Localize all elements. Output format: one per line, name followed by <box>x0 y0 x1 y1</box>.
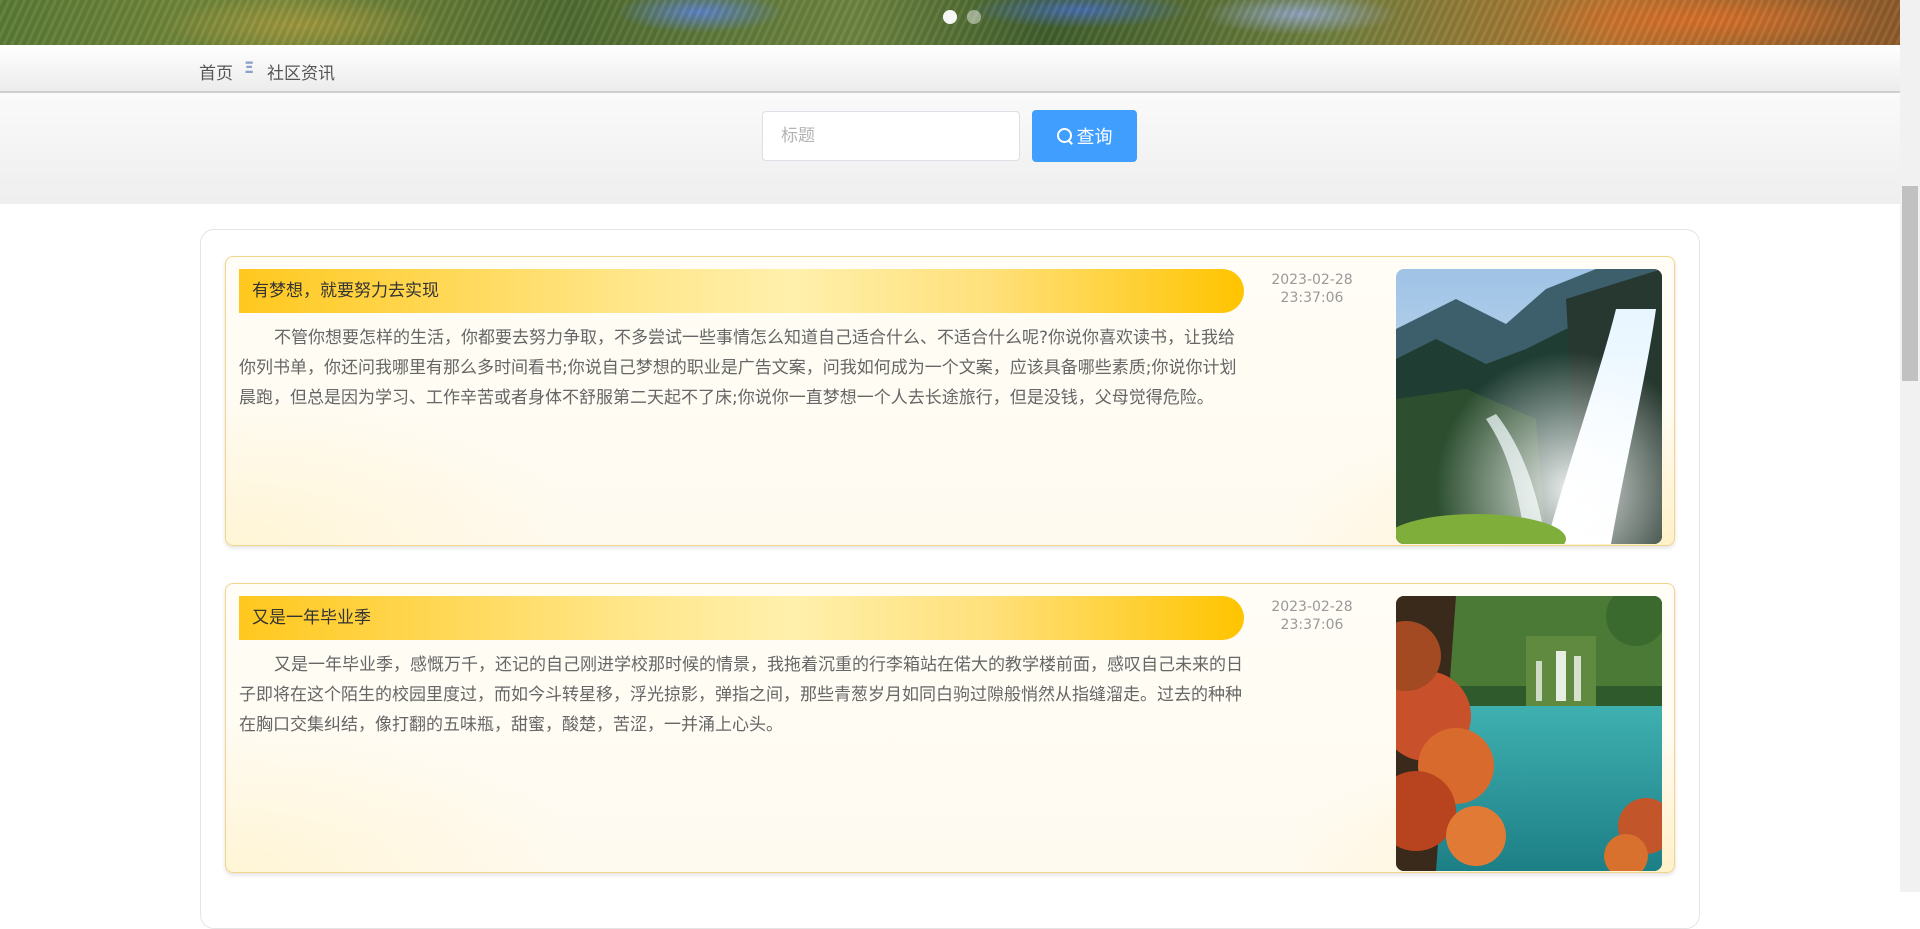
search-bar: 查询 <box>0 93 1900 204</box>
breadcrumb-current: 社区资讯 <box>267 64 335 84</box>
news-card[interactable]: 又是一年毕业季 2023-02-28 23:37:06 又是一年毕业季，感慨万千… <box>225 583 1675 873</box>
search-button-label: 查询 <box>1076 127 1113 148</box>
lake-illustration <box>1396 596 1662 871</box>
news-card-time: 23:37:06 <box>1280 617 1344 633</box>
breadcrumb: 首页 Ξ 社区资讯 <box>0 45 1900 93</box>
waterfall-image[interactable] <box>1396 269 1662 544</box>
news-card-title[interactable]: 又是一年毕业季 <box>239 596 1244 640</box>
scrollbar-thumb[interactable] <box>1902 186 1918 381</box>
lake-image[interactable] <box>1396 596 1662 871</box>
news-card-summary: 又是一年毕业季，感慨万千，还记的自己刚进学校那时候的情景，我拖着沉重的行李箱站在… <box>239 655 1243 735</box>
page-scrollbar[interactable] <box>1900 0 1920 892</box>
news-card-date: 2023-02-28 <box>1271 599 1353 615</box>
breadcrumb-home-link[interactable]: 首页 <box>199 59 233 84</box>
news-card-summary: 不管你想要怎样的生活，你都要去努力争取，不多尝试一些事情怎么知道自己适合什么、不… <box>239 328 1237 408</box>
news-card-time: 23:37:06 <box>1280 290 1344 306</box>
breadcrumb-separator-icon: Ξ <box>244 58 255 77</box>
waterfall-illustration <box>1396 269 1662 544</box>
news-card[interactable]: 有梦想，就要努力去实现 2023-02-28 23:37:06 不管你想要怎样的… <box>225 256 1675 546</box>
search-button[interactable]: 查询 <box>1032 110 1137 162</box>
search-icon <box>1056 128 1073 144</box>
news-card-title[interactable]: 有梦想，就要努力去实现 <box>239 269 1244 313</box>
news-card-datetime: 2023-02-28 23:37:06 <box>1267 598 1357 634</box>
news-card-date: 2023-02-28 <box>1271 272 1353 288</box>
banner-carousel[interactable] <box>0 0 1900 45</box>
news-card-datetime: 2023-02-28 23:37:06 <box>1267 271 1357 307</box>
carousel-dot[interactable] <box>967 10 981 24</box>
carousel-dot-active[interactable] <box>943 10 957 24</box>
title-search-input[interactable] <box>762 111 1020 161</box>
